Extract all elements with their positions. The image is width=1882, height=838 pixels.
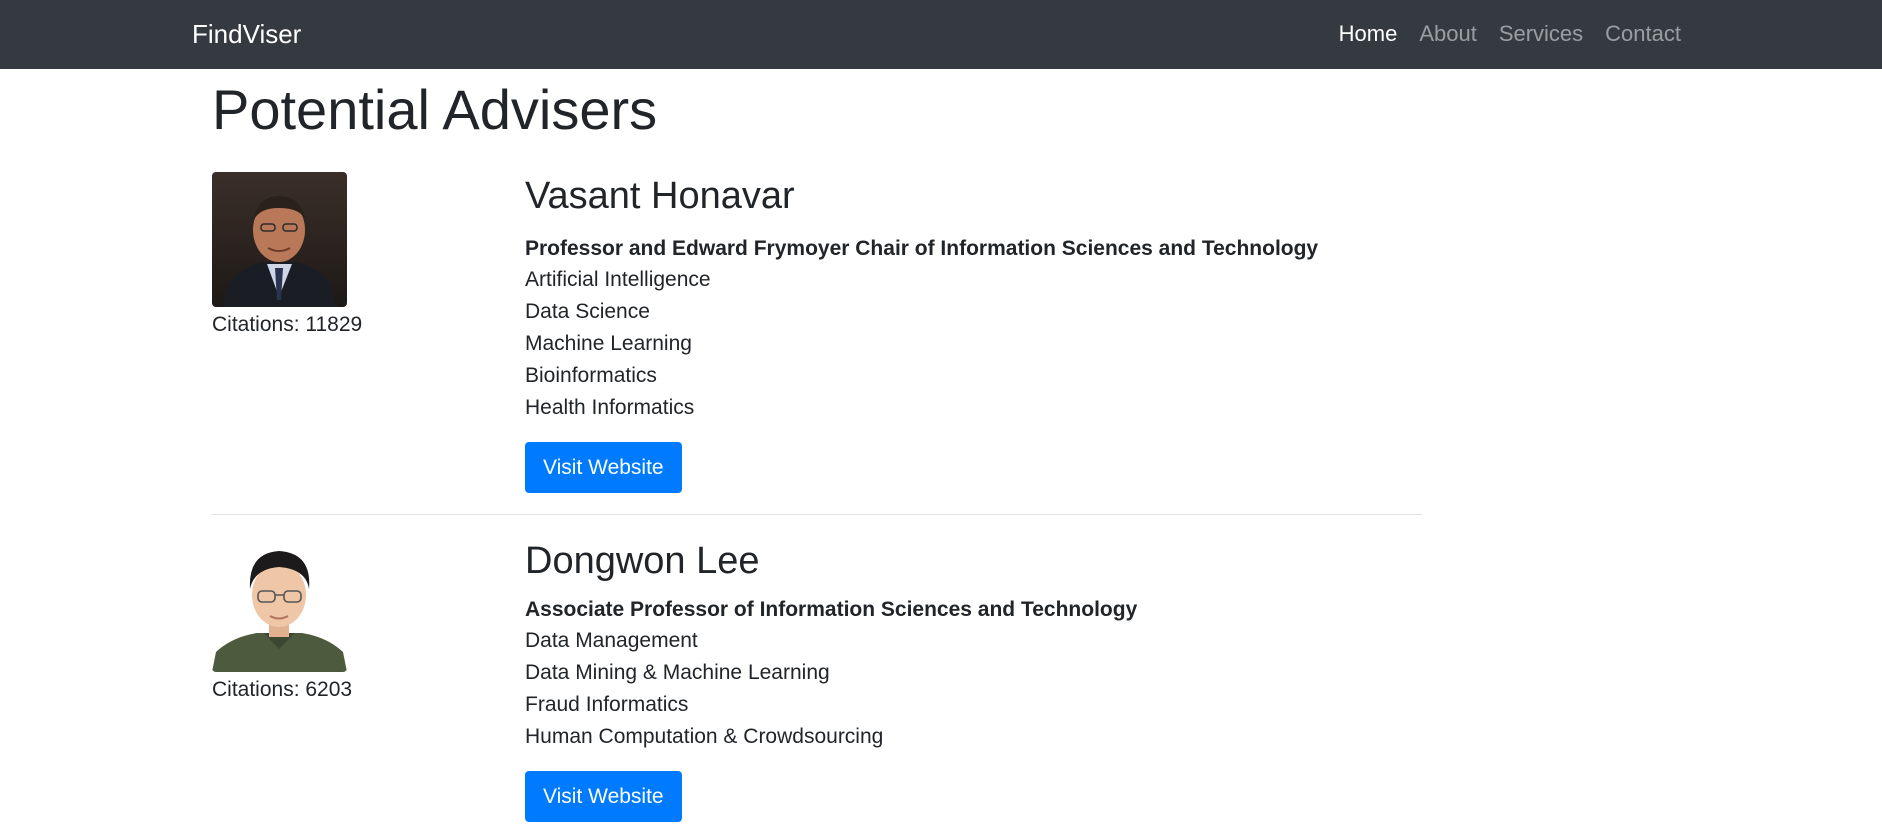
adviser-card: Citations: 11829 Vasant Honavar Professo… bbox=[212, 172, 1422, 514]
portrait-image bbox=[212, 172, 347, 307]
visit-website-button[interactable]: Visit Website bbox=[525, 771, 682, 822]
adviser-card: Citations: 6203 Dongwon Lee Associate Pr… bbox=[212, 537, 1422, 838]
adviser-info: Vasant Honavar Professor and Edward Frym… bbox=[525, 172, 1415, 493]
interest-item: Artificial Intelligence bbox=[525, 268, 711, 291]
interest-item: Machine Learning bbox=[525, 332, 692, 355]
interest-item: Fraud Informatics bbox=[525, 693, 689, 716]
nav-link-contact[interactable]: Contact bbox=[1605, 20, 1681, 48]
nav-links: Home About Services Contact bbox=[1339, 20, 1681, 48]
interest-item: Health Informatics bbox=[525, 396, 695, 419]
citations-count: Citations: 6203 bbox=[212, 678, 353, 701]
adviser-photo bbox=[212, 172, 347, 307]
nav-link-services[interactable]: Services bbox=[1499, 20, 1583, 48]
top-navbar: FindViser Home About Services Contact bbox=[0, 0, 1882, 69]
interest-item: Data Mining & Machine Learning bbox=[525, 661, 830, 684]
nav-link-about[interactable]: About bbox=[1419, 20, 1477, 48]
adviser-name: Vasant Honavar bbox=[525, 175, 795, 217]
nav-link-home[interactable]: Home bbox=[1339, 20, 1398, 48]
adviser-photo bbox=[212, 537, 347, 672]
divider bbox=[212, 514, 1422, 515]
interest-item: Data Management bbox=[525, 629, 698, 652]
brand-link[interactable]: FindViser bbox=[192, 18, 301, 50]
page-title: Potential Advisers bbox=[212, 78, 658, 141]
interest-item: Data Science bbox=[525, 300, 650, 323]
adviser-info: Dongwon Lee Associate Professor of Infor… bbox=[525, 537, 1415, 822]
citations-count: Citations: 11829 bbox=[212, 313, 363, 336]
visit-website-button[interactable]: Visit Website bbox=[525, 442, 682, 493]
adviser-name: Dongwon Lee bbox=[525, 540, 760, 582]
interest-item: Human Computation & Crowdsourcing bbox=[525, 725, 884, 748]
adviser-role: Professor and Edward Frymoyer Chair of I… bbox=[525, 237, 1319, 260]
interest-item: Bioinformatics bbox=[525, 364, 657, 387]
portrait-image bbox=[212, 537, 347, 672]
adviser-role: Associate Professor of Information Scien… bbox=[525, 598, 1138, 621]
